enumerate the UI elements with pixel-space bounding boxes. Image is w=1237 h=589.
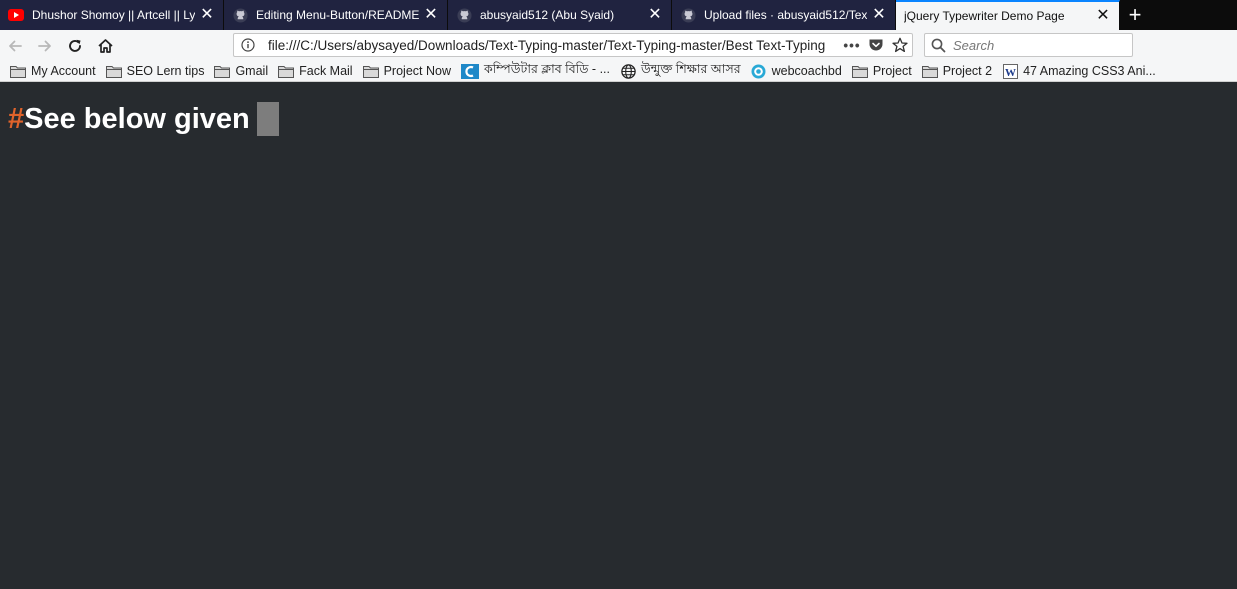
tab-title: abusyaid512 (Abu Syaid) bbox=[480, 8, 615, 22]
close-tab-icon[interactable]: ✕ bbox=[199, 7, 215, 23]
bookmark-project-now[interactable]: Project Now bbox=[362, 64, 451, 78]
reload-icon bbox=[69, 39, 81, 52]
bookmarks-toolbar: My Account SEO Lern tips Gmail Fack Mail… bbox=[0, 61, 1237, 82]
folder-icon bbox=[851, 64, 868, 78]
close-tab-icon[interactable]: ✕ bbox=[423, 7, 439, 23]
folder-icon bbox=[362, 64, 379, 78]
search-input[interactable] bbox=[951, 36, 1125, 54]
page-content: # See below given bbox=[0, 82, 1237, 589]
bookmark-label: Fack Mail bbox=[299, 64, 353, 78]
w-icon: W bbox=[1002, 63, 1018, 79]
reload-button[interactable] bbox=[60, 32, 90, 60]
close-tab-icon[interactable]: ✕ bbox=[1095, 8, 1111, 24]
info-icon[interactable] bbox=[234, 38, 262, 52]
close-tab-icon[interactable]: ✕ bbox=[871, 7, 887, 23]
forward-button[interactable] bbox=[30, 32, 60, 60]
home-icon bbox=[97, 38, 113, 53]
site-c-icon bbox=[460, 63, 479, 79]
bookmark-project[interactable]: Project bbox=[851, 64, 912, 78]
navigation-toolbar: file:///C:/Users/abysayed/Downloads/Text… bbox=[0, 30, 1237, 61]
github-icon bbox=[680, 7, 696, 23]
tab-title: jQuery Typewriter Demo Page bbox=[904, 9, 1065, 23]
bookmark-gmail[interactable]: Gmail bbox=[214, 64, 268, 78]
home-button[interactable] bbox=[90, 32, 120, 60]
folder-icon bbox=[278, 64, 295, 78]
tab-upload-files[interactable]: Upload files · abusyaid512/Text-Typing ✕ bbox=[672, 0, 896, 30]
tab-jquery-typewriter[interactable]: jQuery Typewriter Demo Page ✕ bbox=[896, 0, 1120, 30]
tab-strip: Dhushor Shomoy || Artcell || Lyrics ✕ Ed… bbox=[0, 0, 1237, 30]
typewriter-heading: # See below given bbox=[8, 102, 279, 136]
hash-symbol: # bbox=[8, 102, 25, 135]
forward-arrow-icon bbox=[38, 40, 51, 51]
bookmark-label: কম্পিউটার ক্লাব বিডি - ... bbox=[483, 62, 610, 76]
folder-icon bbox=[105, 64, 122, 78]
tab-editing-readme[interactable]: Editing Menu-Button/README.md ✕ bbox=[224, 0, 448, 30]
bookmark-label: My Account bbox=[31, 64, 96, 78]
bookmark-unmukto-shikkhar-ashor[interactable]: উন্মুক্ত শিক্ষার আসর bbox=[620, 61, 741, 81]
typed-text: See below given bbox=[24, 102, 250, 135]
folder-icon bbox=[214, 64, 231, 78]
bookmark-label: Project 2 bbox=[942, 64, 993, 78]
globe-icon bbox=[620, 63, 636, 79]
bookmark-label: Gmail bbox=[235, 64, 269, 78]
tab-title: Editing Menu-Button/README.md bbox=[256, 8, 419, 22]
bookmark-label: SEO Lern tips bbox=[126, 64, 205, 78]
back-button[interactable] bbox=[0, 32, 30, 60]
bookmark-webcoachbd[interactable]: webcoachbd bbox=[751, 64, 842, 78]
page-actions-icon[interactable]: ••• bbox=[840, 38, 864, 53]
search-bar[interactable] bbox=[924, 33, 1133, 57]
bookmark-label: উন্মুক্ত শিক্ষার আসর bbox=[641, 62, 741, 76]
svg-text:W: W bbox=[1005, 67, 1016, 79]
search-icon bbox=[925, 38, 951, 53]
github-icon bbox=[456, 7, 472, 23]
bookmark-my-account[interactable]: My Account bbox=[10, 64, 96, 78]
folder-icon bbox=[10, 64, 26, 78]
github-icon bbox=[232, 7, 248, 23]
bookmark-project-2[interactable]: Project 2 bbox=[921, 64, 993, 78]
bookmark-computer-club-bd[interactable]: কম্পিউটার ক্লাব বিডি - ... bbox=[460, 61, 610, 81]
bookmark-label: 47 Amazing CSS3 Ani... bbox=[1023, 64, 1156, 78]
folder-icon bbox=[921, 64, 938, 78]
back-arrow-icon bbox=[9, 40, 22, 51]
tab-youtube-lyrics[interactable]: Dhushor Shomoy || Artcell || Lyrics ✕ bbox=[0, 0, 224, 30]
tab-github-profile[interactable]: abusyaid512 (Abu Syaid) ✕ bbox=[448, 0, 672, 30]
typewriter-cursor bbox=[256, 102, 279, 136]
bookmark-css3-animations[interactable]: W 47 Amazing CSS3 Ani... bbox=[1002, 63, 1156, 79]
bookmark-label: Project bbox=[872, 64, 912, 78]
bookmark-star-icon[interactable] bbox=[888, 37, 912, 53]
bookmark-label: webcoachbd bbox=[771, 64, 842, 78]
tab-title: Upload files · abusyaid512/Text-Typing bbox=[704, 8, 867, 22]
close-tab-icon[interactable]: ✕ bbox=[647, 7, 663, 23]
url-text[interactable]: file:///C:/Users/abysayed/Downloads/Text… bbox=[262, 38, 840, 53]
youtube-icon bbox=[8, 7, 24, 23]
webcoach-icon bbox=[751, 64, 767, 78]
bookmark-seo-lern-tips[interactable]: SEO Lern tips bbox=[105, 64, 205, 78]
bookmark-fack-mail[interactable]: Fack Mail bbox=[278, 64, 353, 78]
pocket-icon[interactable] bbox=[864, 38, 888, 53]
tab-title: Dhushor Shomoy || Artcell || Lyrics bbox=[32, 8, 195, 22]
new-tab-button[interactable]: + bbox=[1120, 0, 1150, 30]
bookmark-label: Project Now bbox=[383, 64, 451, 78]
url-bar[interactable]: file:///C:/Users/abysayed/Downloads/Text… bbox=[233, 33, 913, 57]
